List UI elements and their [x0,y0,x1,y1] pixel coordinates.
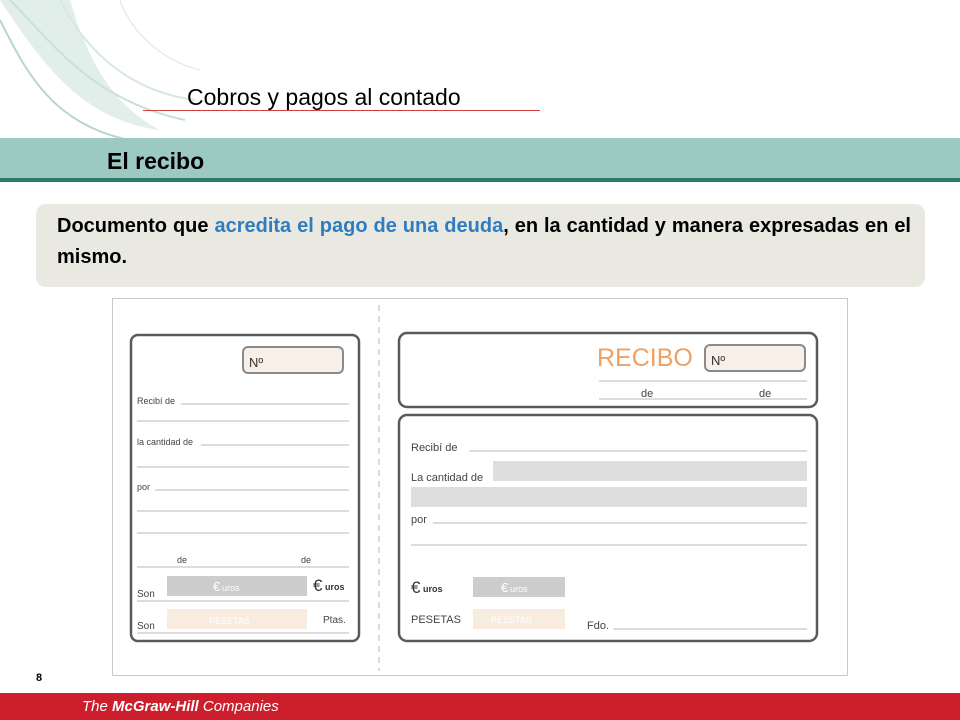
definition-box: Documento que acredita el pago de una de… [36,204,925,287]
stub-euros-box-label: uros [222,583,240,593]
stub-number-label: Nº [249,355,263,370]
main-de-label: de [759,388,771,400]
footer-the: The [82,698,113,715]
stub-ptas-label: Ptas. [323,615,346,626]
main-cantidad-label: La cantidad de [411,472,483,484]
main-pesetas-box-label: PESETAS [491,615,532,625]
definition-text-start: Documento que [57,215,215,237]
receipt-drawing: Nº Recibí de la cantidad de por de de So… [129,305,819,671]
stub-pesetas-box-label: PESETAS [209,616,250,626]
stub-recibi-label: Recibí de [137,396,175,406]
page-number: 8 [36,672,43,684]
stub-por-label: por [137,482,150,492]
main-euros-label: uros [423,584,443,594]
decorative-swirl [0,0,200,146]
stub-euro-icon: € [313,576,323,595]
main-por-label: por [411,514,427,526]
main-euro-icon: € [411,578,421,597]
main-euros-box-label: uros [510,584,528,594]
footer-brand: McGraw-Hill [112,698,199,715]
main-number-label: Nº [711,353,725,368]
main-recibi-label: Recibí de [411,442,457,454]
main-body-border [397,413,819,643]
main-euro-icon: € [501,580,509,595]
title-underline [143,110,540,111]
footer-companies: Companies [198,698,279,715]
main-fdo-label: Fdo. [587,620,609,632]
definition-highlight: acredita el pago de una deuda [214,215,504,237]
stub-euros-label: uros [325,582,345,592]
stub-cantidad-label: la cantidad de [137,437,193,447]
section-title: El recibo [107,148,205,174]
main-de-label: de [641,388,653,400]
stub-son-label: Son [137,589,155,600]
main-pesetas-label: PESETAS [411,614,461,626]
stub-de-label: de [177,555,187,565]
receipt-image: Nº Recibí de la cantidad de por de de So… [112,298,848,676]
main-cantidad-box-2 [411,487,807,507]
recibo-title: RECIBO [597,344,693,372]
slide-title: Cobros y pagos al contado [187,84,461,110]
footer-logo: The McGraw-Hill Companies [82,698,279,715]
main-cantidad-box [493,461,807,481]
stub-de-label: de [301,555,311,565]
stub-son-label: Son [137,621,155,632]
stub-euro-icon: € [213,579,221,594]
